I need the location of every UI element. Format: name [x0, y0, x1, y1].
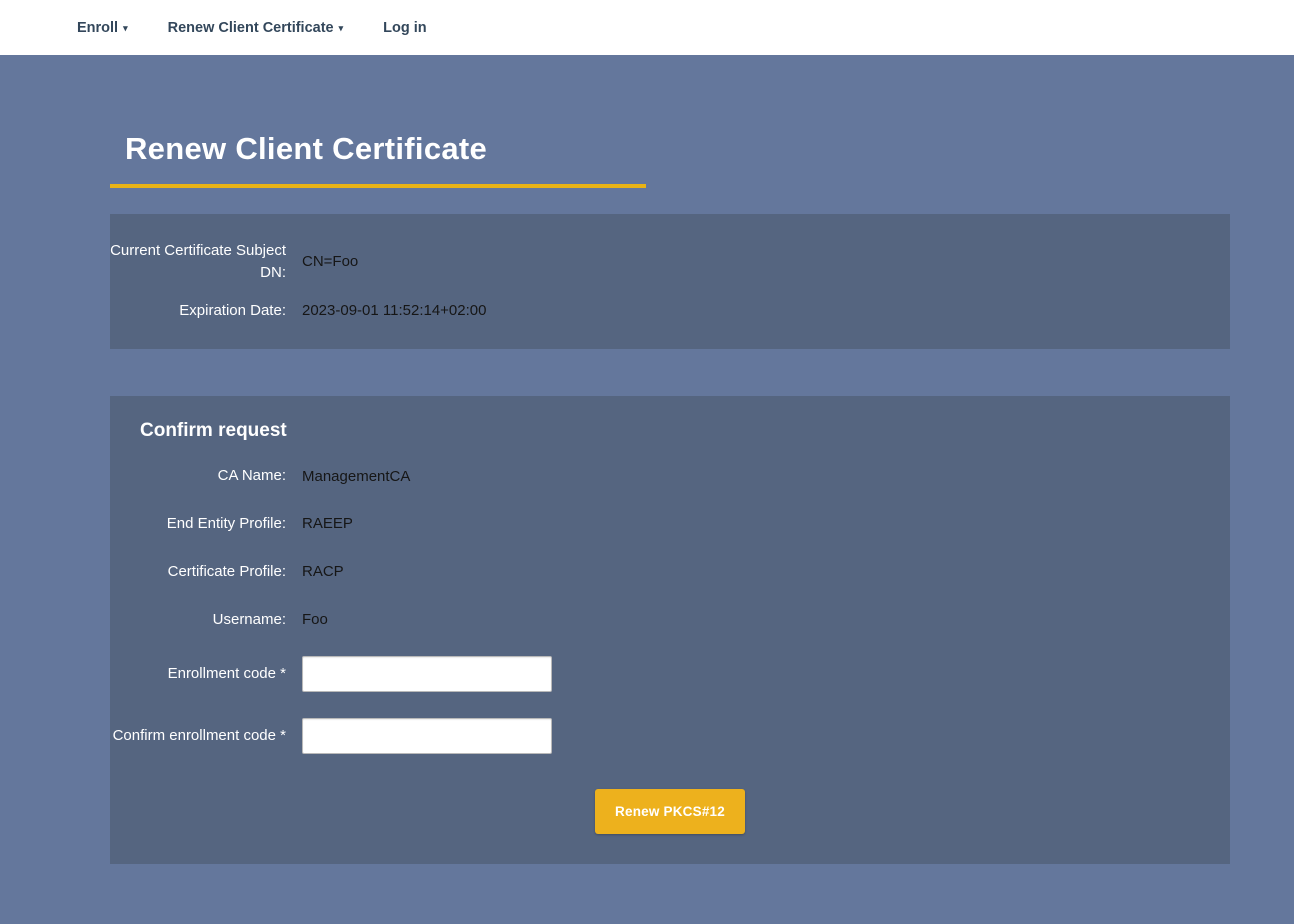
ca-name-value: ManagementCA — [302, 468, 410, 485]
certificate-profile-row: Certificate Profile: RACP — [110, 548, 1230, 596]
certificate-profile-label: Certificate Profile: — [110, 561, 286, 583]
subject-dn-row: Current Certificate Subject DN: CN=Foo — [110, 232, 1230, 292]
caret-down-icon: ▾ — [123, 23, 128, 34]
nav-enroll-label: Enroll — [77, 20, 118, 36]
confirm-enrollment-code-input[interactable] — [302, 718, 552, 754]
page-title: Renew Client Certificate — [110, 55, 1230, 167]
caret-down-icon: ▾ — [339, 23, 344, 34]
subject-dn-label: Current Certificate Subject DN: — [110, 240, 286, 284]
expiration-date-value: 2023-09-01 11:52:14+02:00 — [302, 302, 486, 319]
nav-enroll[interactable]: Enroll ▾ — [77, 20, 128, 36]
certificate-profile-value: RACP — [302, 563, 344, 580]
enrollment-code-row: Enrollment code * — [110, 643, 1230, 705]
expiration-date-label: Expiration Date: — [110, 300, 286, 322]
username-label: Username: — [110, 609, 286, 631]
confirm-request-heading: Confirm request — [140, 420, 1230, 442]
ca-name-row: CA Name: ManagementCA — [110, 452, 1230, 500]
nav-renew-label: Renew Client Certificate — [168, 20, 334, 36]
end-entity-profile-row: End Entity Profile: RAEEP — [110, 500, 1230, 548]
nav-log-in[interactable]: Log in — [383, 20, 427, 36]
username-row: Username: Foo — [110, 596, 1230, 644]
confirm-enrollment-code-label: Confirm enrollment code * — [110, 725, 286, 747]
enrollment-code-input[interactable] — [302, 656, 552, 692]
expiration-date-row: Expiration Date: 2023-09-01 11:52:14+02:… — [110, 292, 1230, 330]
subject-dn-value: CN=Foo — [302, 253, 358, 270]
confirm-enrollment-code-row: Confirm enrollment code * — [110, 705, 1230, 767]
ca-name-label: CA Name: — [110, 465, 286, 487]
end-entity-profile-value: RAEEP — [302, 515, 353, 532]
button-row: Renew PKCS#12 — [110, 789, 1230, 834]
confirm-request-panel: Confirm request CA Name: ManagementCA En… — [110, 396, 1230, 864]
nav-renew-client-certificate[interactable]: Renew Client Certificate ▾ — [168, 20, 344, 36]
title-underline — [110, 184, 646, 188]
renew-pkcs12-button[interactable]: Renew PKCS#12 — [595, 789, 745, 834]
top-nav: Enroll ▾ Renew Client Certificate ▾ Log … — [0, 0, 1294, 55]
username-value: Foo — [302, 611, 328, 628]
enrollment-code-label: Enrollment code * — [110, 663, 286, 685]
main-content: Renew Client Certificate Current Certifi… — [110, 55, 1230, 924]
certificate-info-panel: Current Certificate Subject DN: CN=Foo E… — [110, 214, 1230, 349]
nav-login-label: Log in — [383, 20, 427, 36]
end-entity-profile-label: End Entity Profile: — [110, 513, 286, 535]
